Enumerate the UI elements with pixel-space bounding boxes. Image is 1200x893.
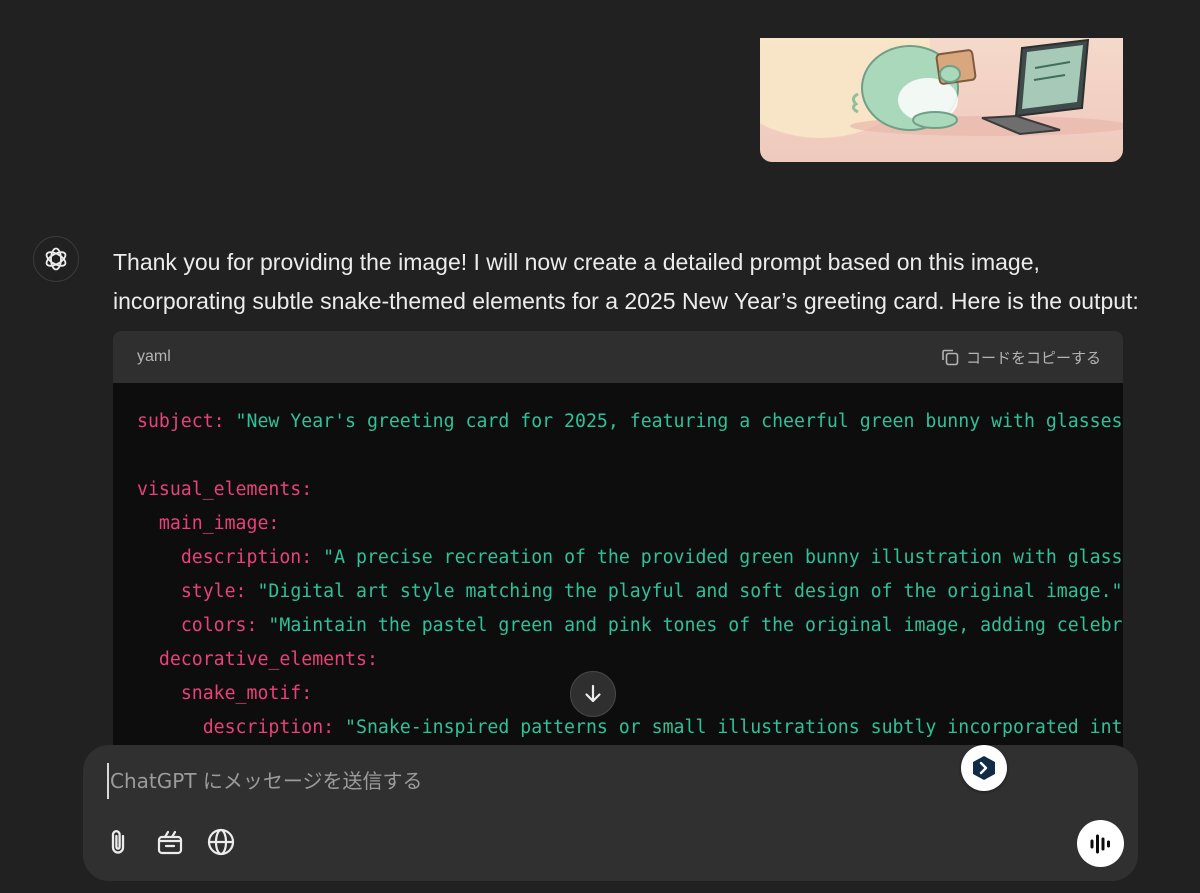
yaml-key: colors:: [180, 615, 258, 636]
web-search-button[interactable]: [204, 825, 238, 859]
arrow-down-icon: [585, 684, 601, 703]
copy-icon: [942, 349, 959, 366]
code-line: subject: "New Year's greeting card for 2…: [137, 405, 1123, 439]
voice-mode-button[interactable]: [1077, 820, 1124, 867]
message-input[interactable]: [107, 763, 912, 799]
user-uploaded-image[interactable]: [760, 38, 1123, 162]
code-line: visual_elements:: [137, 473, 1123, 507]
yaml-value: "Digital art style matching the playful …: [246, 581, 1123, 602]
code-line: snake_motif:: [137, 677, 1123, 711]
paperclip-icon: [111, 830, 125, 854]
assistant-message-text: Thank you for providing the image! I wil…: [113, 249, 1139, 314]
voice-waveform-icon: [1090, 834, 1110, 853]
code-line: style: "Digital art style matching the p…: [137, 575, 1123, 609]
yaml-key: decorative_elements:: [158, 649, 378, 670]
scroll-to-bottom-button[interactable]: [570, 671, 616, 717]
copy-code-label: コードをコピーする: [965, 349, 1101, 367]
code-line: main_image:: [137, 507, 1123, 541]
openai-knot-icon: [45, 247, 67, 271]
tools-button[interactable]: [153, 825, 187, 859]
yaml-key: style:: [180, 581, 247, 602]
toolbox-icon: [157, 830, 183, 855]
globe-icon: [207, 828, 235, 856]
code-line: description: "A precise recreation of th…: [137, 541, 1123, 575]
code-language-label: yaml: [137, 348, 171, 365]
yaml-key: snake_motif:: [180, 683, 313, 704]
code-line: decorative_elements:: [137, 643, 1123, 677]
copy-code-button[interactable]: コードをコピーする: [940, 347, 1101, 368]
chat-page: Thank you for providing the image! I wil…: [0, 0, 1200, 893]
yaml-key: description:: [202, 717, 335, 738]
code-content[interactable]: subject: "New Year's greeting card for 2…: [113, 383, 1123, 745]
extension-button[interactable]: [961, 745, 1007, 791]
green-bunny-illustration: [760, 38, 1123, 138]
code-line: description: "Snake-inspired patterns or…: [137, 711, 1123, 745]
yaml-key: main_image:: [158, 513, 280, 534]
yaml-key: description:: [180, 547, 313, 568]
yaml-key: visual_elements:: [137, 479, 313, 500]
yaml-key: subject:: [137, 411, 225, 432]
code-block-header: yaml コードをコピーする: [113, 331, 1123, 383]
attach-button[interactable]: [102, 825, 136, 859]
extension-logo-icon: [973, 756, 995, 780]
yaml-value: "Maintain the pastel green and pink tone…: [257, 615, 1123, 636]
code-block: yaml コードをコピーする subject: "New Year's gree…: [113, 331, 1123, 761]
code-line: colors: "Maintain the pastel green and p…: [137, 609, 1123, 643]
yaml-value: "Snake-inspired patterns or small illust…: [334, 717, 1123, 738]
openai-logo-icon: [33, 236, 79, 282]
yaml-value: "New Year's greeting card for 2025, feat…: [224, 411, 1123, 432]
yaml-value: "A precise recreation of the provided gr…: [312, 547, 1123, 568]
